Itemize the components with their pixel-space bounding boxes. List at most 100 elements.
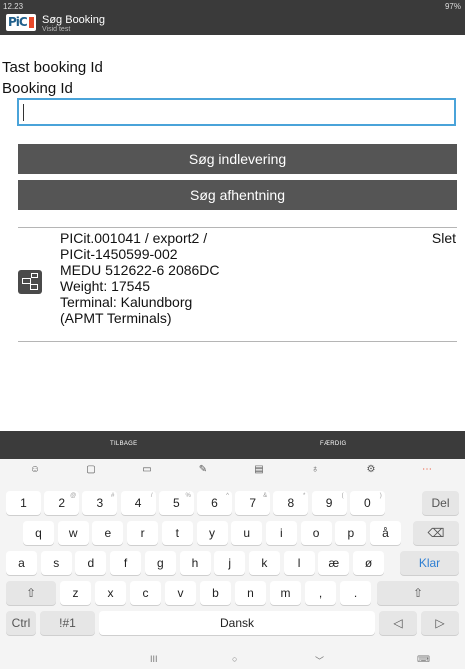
key-g[interactable]: g xyxy=(144,551,176,575)
more-icon[interactable]: ⋯ xyxy=(417,462,437,478)
clipboard-icon[interactable]: ▤ xyxy=(249,462,269,478)
key-1[interactable]: 1 xyxy=(6,491,41,515)
key-label: n xyxy=(247,586,254,600)
search-pickup-button[interactable]: Søg afhentning xyxy=(18,180,457,210)
key-z[interactable]: z xyxy=(60,581,91,605)
home-icon[interactable]: ○ xyxy=(232,654,237,664)
key-9[interactable]: 9( xyxy=(311,491,347,515)
app-title: Søg Booking xyxy=(42,14,105,26)
key-secondary-label: * xyxy=(303,493,306,499)
symbols-key[interactable]: !#1 xyxy=(40,611,95,635)
key-label: k xyxy=(261,556,268,570)
key-w[interactable]: w xyxy=(57,521,89,545)
back-icon[interactable]: ﹀ xyxy=(315,654,324,667)
key-secondary-label: ) xyxy=(379,493,382,499)
key-label: w xyxy=(68,526,78,540)
key-label: d xyxy=(87,556,95,570)
key-3[interactable]: 3 # xyxy=(82,491,118,515)
key-f[interactable]: f xyxy=(110,551,142,575)
key-u[interactable]: u xyxy=(231,521,263,545)
booking-id-label: Booking Id xyxy=(2,80,73,97)
ctrl-key[interactable]: Ctrl xyxy=(6,611,36,635)
key-label: j xyxy=(228,556,232,570)
recent-apps-icon[interactable]: III xyxy=(150,654,158,664)
key-0[interactable]: 0) xyxy=(349,491,385,515)
list-divider xyxy=(18,341,457,342)
key-label: c xyxy=(142,586,149,600)
key-period[interactable]: . xyxy=(340,581,371,605)
key-o[interactable]: o xyxy=(300,521,332,545)
key-ø[interactable]: ø xyxy=(353,551,384,575)
key-i[interactable]: i xyxy=(265,521,297,545)
key-e[interactable]: e xyxy=(92,521,124,545)
key-secondary-label: ( xyxy=(341,493,344,499)
key-2[interactable]: 2 @ xyxy=(44,491,80,515)
logo-text: PiC xyxy=(8,15,28,29)
key-x[interactable]: x xyxy=(95,581,126,605)
key-t[interactable]: t xyxy=(161,521,193,545)
booking-line: Terminal: Kalundborg xyxy=(60,294,193,310)
arrow-left-key[interactable]: ◁ xyxy=(379,611,417,635)
key-j[interactable]: j xyxy=(214,551,246,575)
key-v[interactable]: v xyxy=(165,581,196,605)
app-header: 12.23 97% PiC Søg Booking Visid test xyxy=(0,0,465,35)
key-secondary-label: # xyxy=(111,493,115,499)
key-7[interactable]: 7 & xyxy=(235,491,271,515)
key-k[interactable]: k xyxy=(248,551,280,575)
shift-key-right[interactable]: ⇧ xyxy=(377,581,459,605)
key-label: Ctrl xyxy=(11,616,31,630)
delete-key[interactable]: Del xyxy=(422,491,459,515)
key-label: e xyxy=(104,526,112,540)
key-label: s xyxy=(53,556,60,570)
key-label: . xyxy=(353,586,358,600)
keyboard-icon[interactable]: ⌨ xyxy=(417,654,430,665)
done-button[interactable]: FÆRDIG xyxy=(320,441,346,447)
gif-icon[interactable]: ▭ xyxy=(137,462,157,478)
key-b[interactable]: b xyxy=(200,581,231,605)
key-p[interactable]: p xyxy=(335,521,367,545)
emoji-icon[interactable]: ☺ xyxy=(25,462,45,478)
key-label: 0 xyxy=(363,496,371,510)
search-delivery-button[interactable]: Søg indlevering xyxy=(18,144,457,174)
key-5[interactable]: 5% xyxy=(158,491,194,515)
key-æ[interactable]: æ xyxy=(318,551,350,575)
key-label: 4 xyxy=(134,496,142,510)
key-secondary-label: / xyxy=(150,493,153,499)
key-a[interactable]: a xyxy=(6,551,37,575)
key-r[interactable]: r xyxy=(127,521,159,545)
status-time: 12.23 xyxy=(3,2,24,11)
settings-icon[interactable]: ⚙ xyxy=(361,462,381,478)
key-4[interactable]: 4/ xyxy=(120,491,156,515)
key-s[interactable]: s xyxy=(40,551,72,575)
key-q[interactable]: q xyxy=(23,521,54,545)
key-label: b xyxy=(212,586,219,600)
key-n[interactable]: n xyxy=(235,581,266,605)
back-button[interactable]: TILBAGE xyxy=(110,441,137,447)
key-h[interactable]: h xyxy=(179,551,211,575)
delete-button[interactable]: Slet xyxy=(432,230,456,246)
key-å[interactable]: å xyxy=(370,521,401,545)
key-d[interactable]: d xyxy=(75,551,107,575)
space-key[interactable]: Dansk xyxy=(99,611,375,635)
key-8[interactable]: 8 * xyxy=(273,491,309,515)
sticker-icon[interactable]: ▢ xyxy=(81,462,101,478)
logo-accent xyxy=(29,17,34,28)
backspace-key[interactable]: ⌫ xyxy=(413,521,459,545)
handwriting-icon[interactable]: ✎ xyxy=(193,462,213,478)
key-c[interactable]: c xyxy=(130,581,161,605)
key-comma[interactable]: , xyxy=(305,581,336,605)
list-divider xyxy=(18,227,457,228)
key-m[interactable]: m xyxy=(270,581,301,605)
arrow-right-key[interactable]: ▷ xyxy=(421,611,459,635)
booking-id-input[interactable] xyxy=(17,98,456,126)
key-y[interactable]: y xyxy=(196,521,228,545)
microphone-icon[interactable]: ♁ xyxy=(305,462,325,478)
booking-list-item[interactable]: PICit.001041 / export2 / PICit-1450599-0… xyxy=(60,230,220,326)
key-6[interactable]: 6 ^ xyxy=(197,491,232,515)
shift-key[interactable]: ⇧ xyxy=(6,581,56,605)
navigation-bar: III ○ ﹀ ⌨ xyxy=(0,651,465,669)
key-label: a xyxy=(18,556,25,570)
enter-key[interactable]: Klar xyxy=(400,551,459,575)
key-label: 1 xyxy=(20,496,27,510)
key-l[interactable]: l xyxy=(283,551,315,575)
